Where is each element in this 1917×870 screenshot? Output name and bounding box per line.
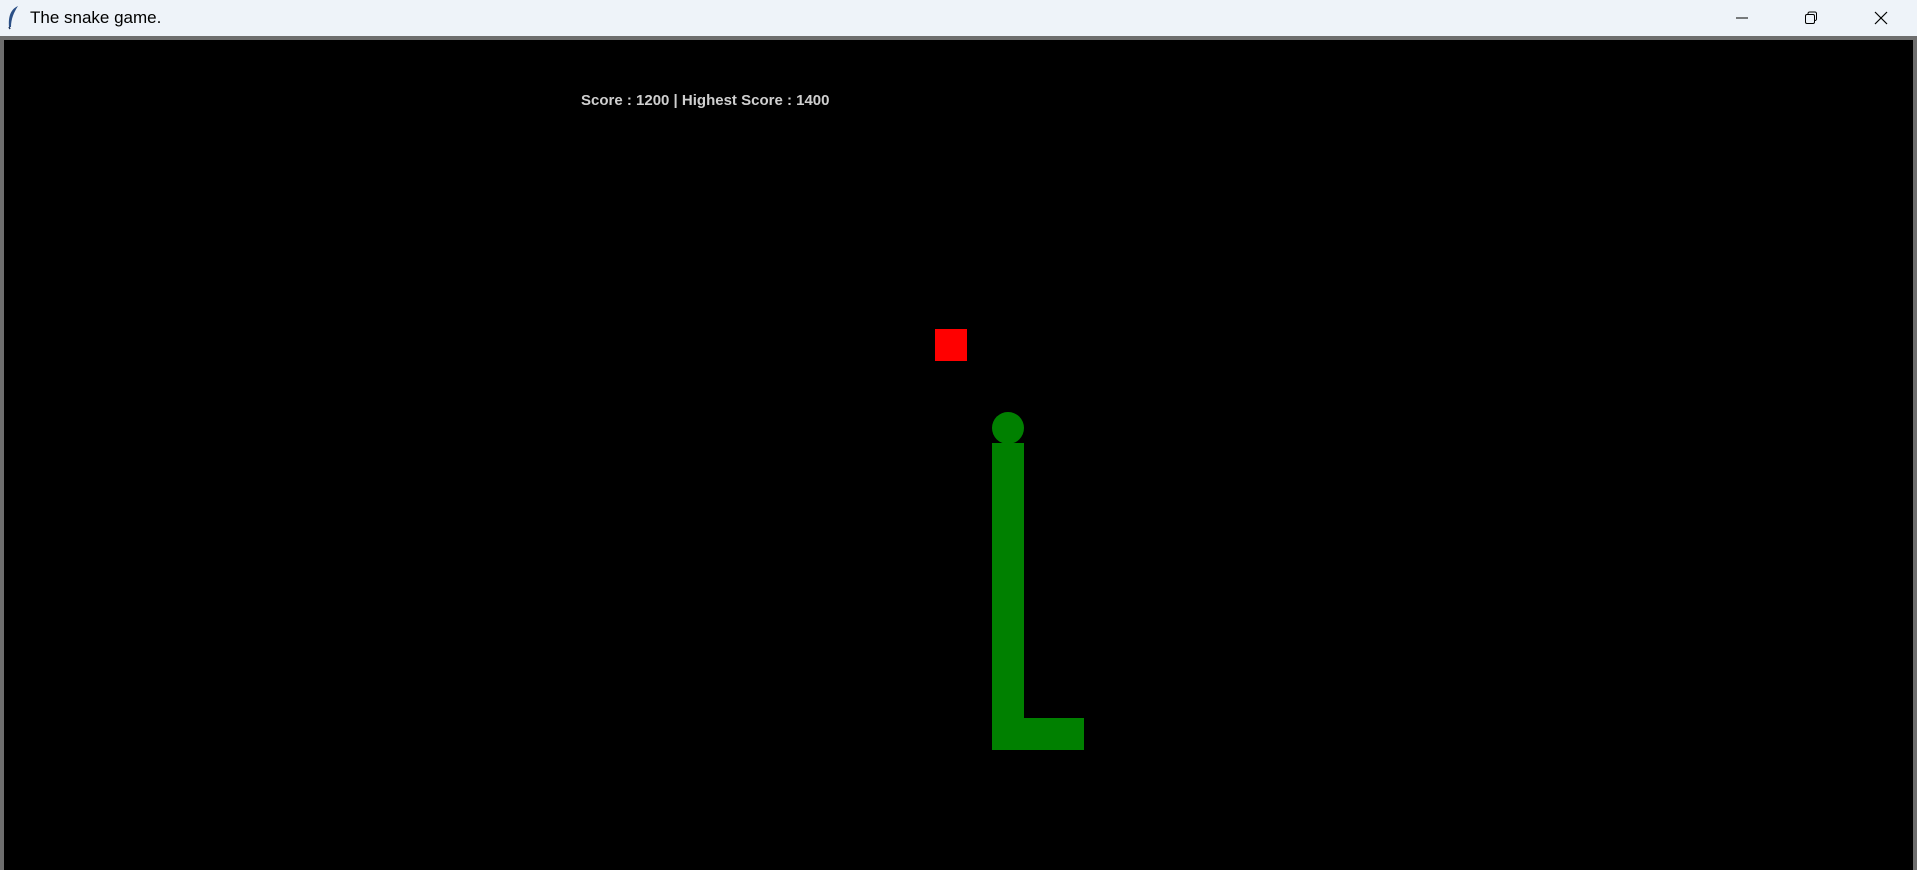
close-button[interactable] [1846, 0, 1916, 36]
minimize-icon [1735, 11, 1749, 25]
feather-icon [6, 5, 20, 31]
window-title: The snake game. [30, 8, 162, 27]
snake-body-segment [992, 718, 1084, 750]
snake-body-segment [992, 443, 1024, 718]
score-display: Score : 1200 | Highest Score : 1400 [581, 92, 830, 109]
food-item [935, 329, 967, 361]
restore-button[interactable] [1776, 0, 1846, 36]
minimize-button[interactable] [1707, 0, 1777, 36]
restore-icon [1804, 11, 1818, 25]
title-bar: The snake game. [0, 0, 1917, 36]
game-canvas[interactable] [4, 40, 1913, 870]
close-icon [1874, 11, 1888, 25]
snake-head [992, 412, 1024, 444]
